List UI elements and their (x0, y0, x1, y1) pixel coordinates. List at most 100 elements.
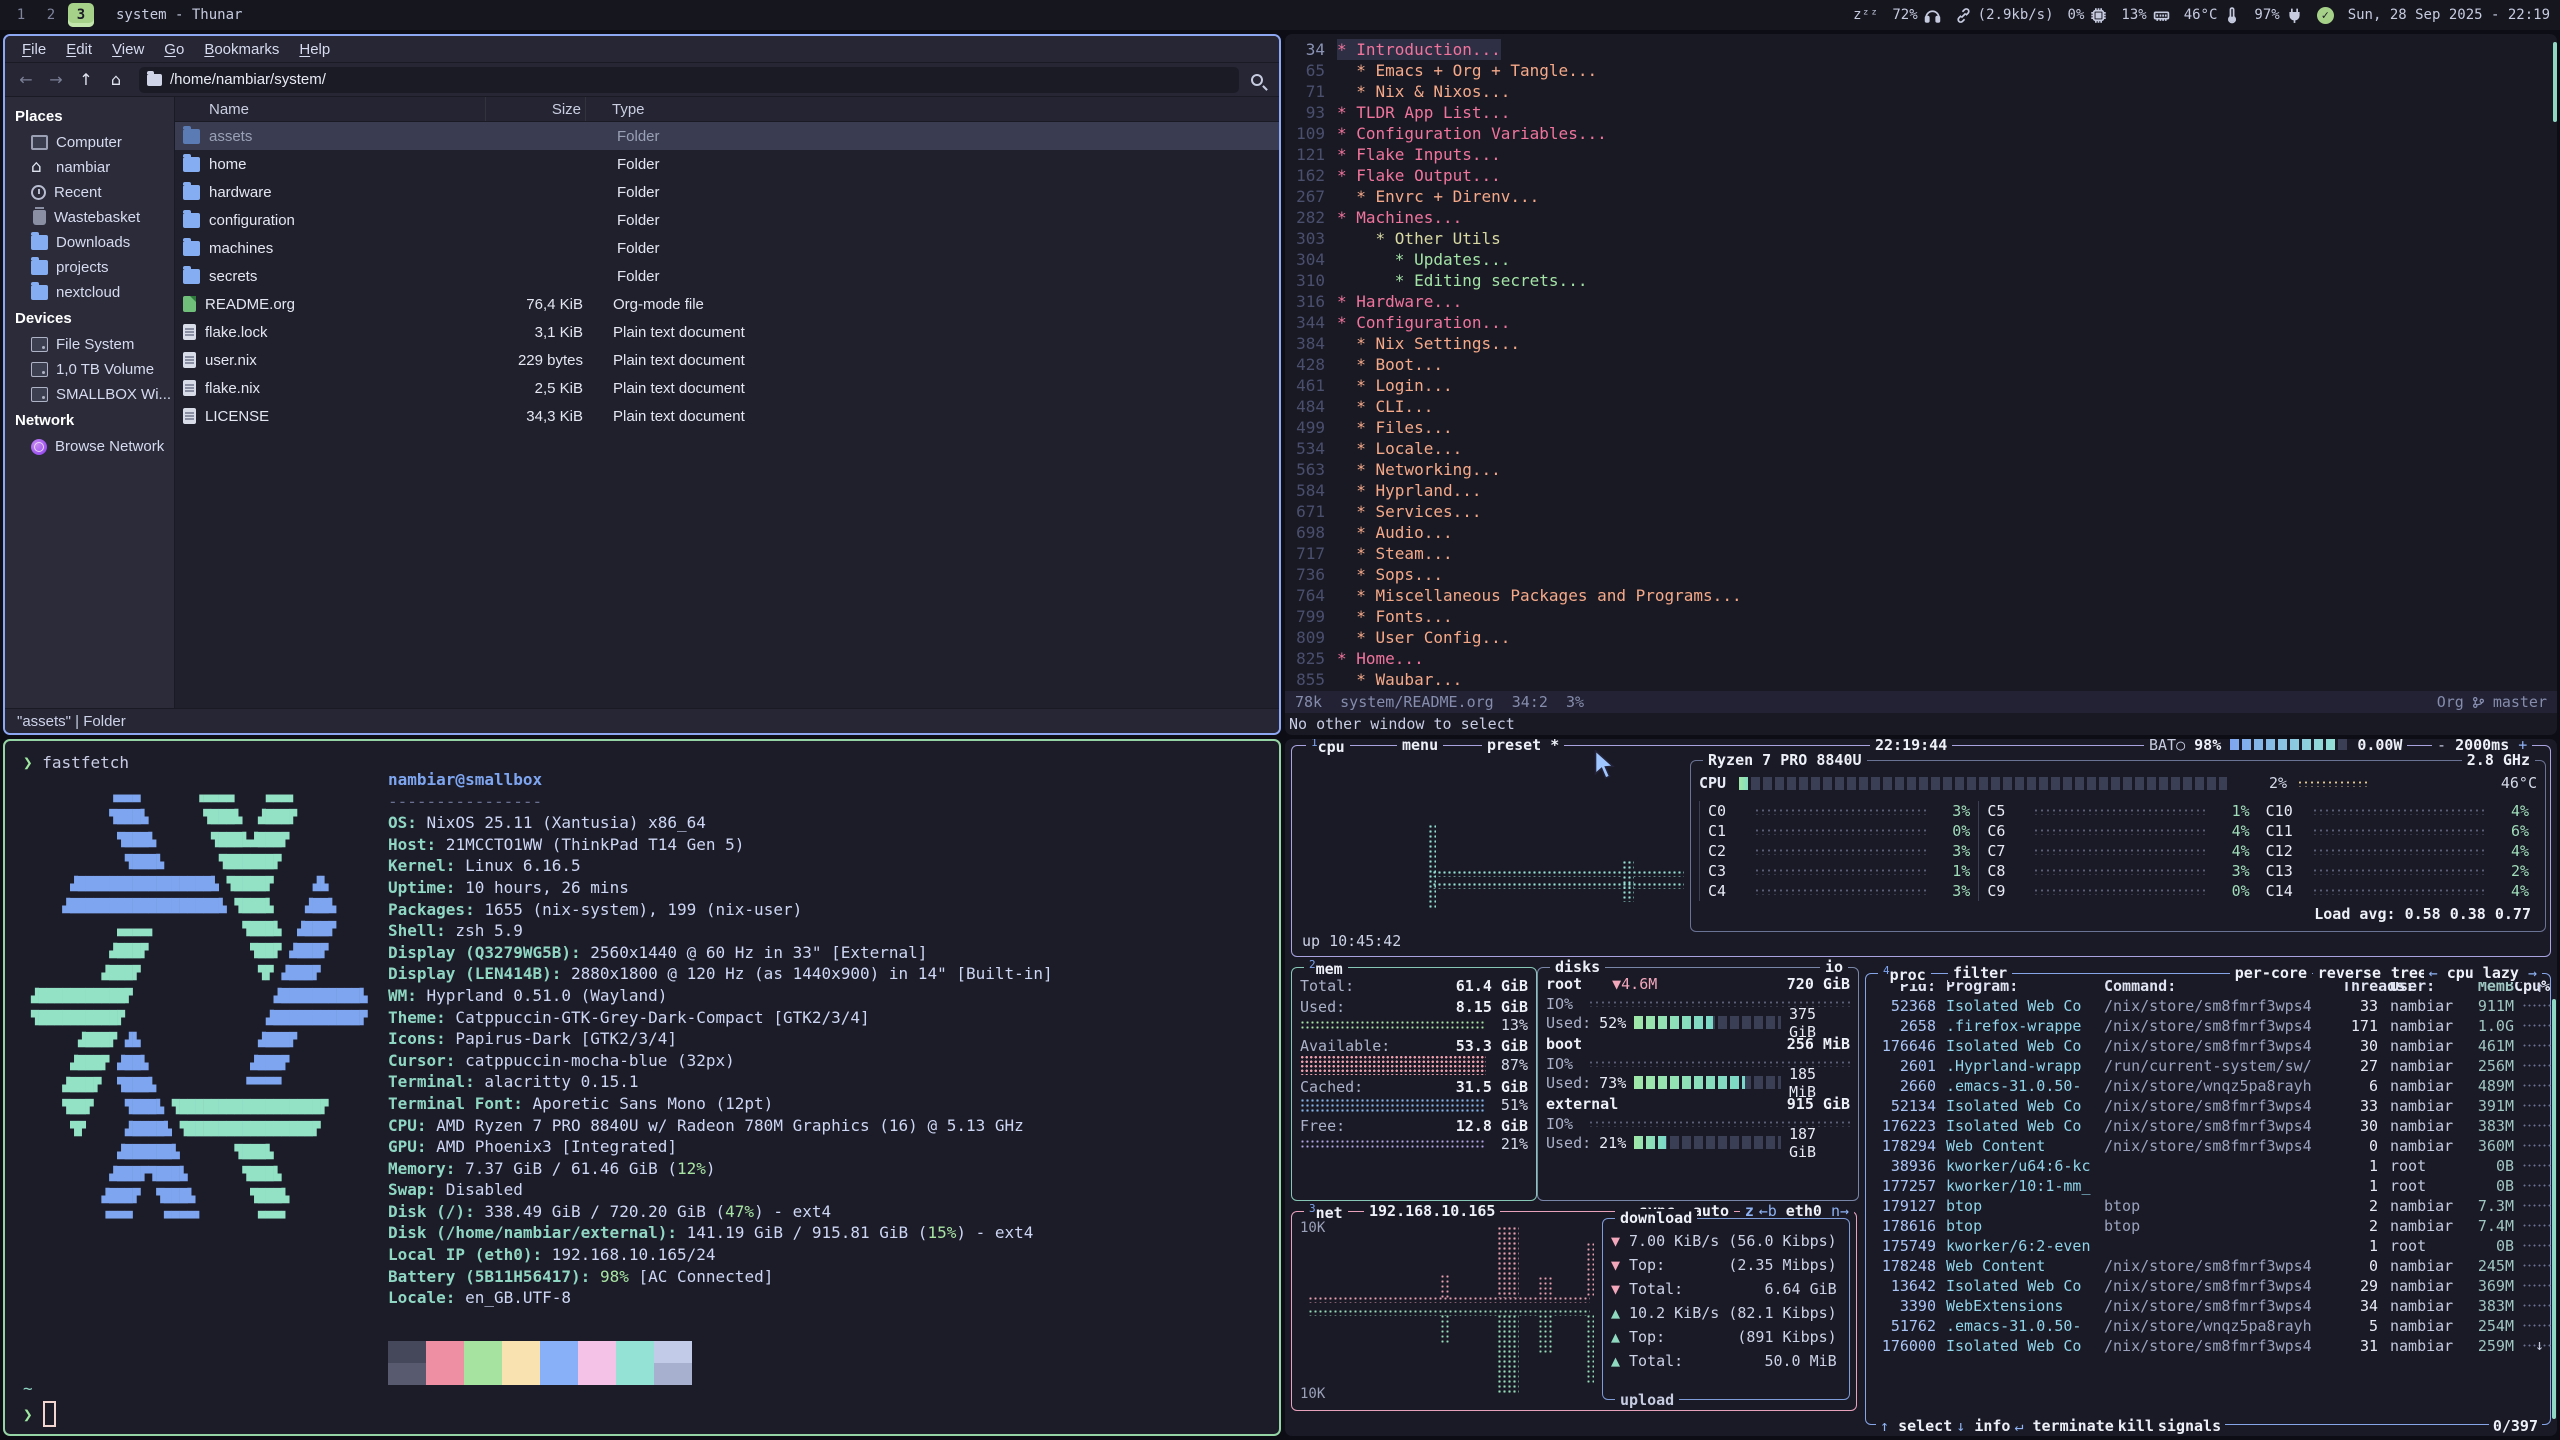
proc-row[interactable]: 177257 kworker/10:1-mm_ 1 root 0B 0.0 (1866, 1176, 2550, 1196)
menu-item[interactable]: Bookmarks (195, 38, 288, 61)
org-line[interactable]: 764 * Miscellaneous Packages and Program… (1285, 585, 2557, 606)
tab-preset[interactable]: preset * (1482, 739, 1564, 754)
file-row[interactable]: assets Folder (175, 122, 1279, 150)
proc-opt-percore[interactable]: per-core (2230, 964, 2312, 982)
proc-key[interactable]: ↓ info (1956, 1417, 2010, 1435)
org-line[interactable]: 461 * Login... (1285, 375, 2557, 396)
search-button[interactable] (1243, 67, 1271, 93)
proc-row[interactable]: 176223 Isolated Web Co /nix/store/sm8fmr… (1866, 1116, 2550, 1136)
menu-item[interactable]: View (103, 38, 153, 61)
proc-key[interactable]: ↵ terminate (2014, 1417, 2113, 1435)
org-line[interactable]: 825 * Home... (1285, 648, 2557, 669)
org-line[interactable]: 428 * Boot... (1285, 354, 2557, 375)
shell-prompt[interactable]: ❯ (23, 1401, 56, 1427)
org-line[interactable]: 65 * Emacs + Org + Tangle... (1285, 60, 2557, 81)
tab-mem[interactable]: 2mem (1304, 958, 1348, 978)
network-module[interactable]: (2.9kb/s) (1955, 7, 2054, 24)
proc-key[interactable]: signals (2158, 1417, 2221, 1435)
org-line[interactable]: 799 * Fonts... (1285, 606, 2557, 627)
sidebar-item[interactable]: Computer (5, 130, 174, 155)
sidebar-item[interactable]: Recent (5, 180, 174, 205)
proc-key[interactable]: ↑ select (1880, 1417, 1952, 1435)
org-line[interactable]: 282 * Machines... (1285, 207, 2557, 228)
idle-inhibitor[interactable]: zᶻᶻ (1853, 7, 1878, 23)
file-row[interactable]: flake.lock 3,1 KiB Plain text document (175, 318, 1279, 346)
path-bar[interactable]: /home/nambiar/system/ (139, 67, 1239, 93)
sidebar-item[interactable]: Wastebasket (5, 205, 174, 230)
org-line[interactable]: 671 * Services... (1285, 501, 2557, 522)
file-row[interactable]: secrets Folder (175, 262, 1279, 290)
proc-row[interactable]: 2660 .emacs-31.0.50- /nix/store/wnqz5pa8… (1866, 1076, 2550, 1096)
org-line[interactable]: 71 * Nix & Nixos... (1285, 81, 2557, 102)
org-line[interactable]: 698 * Audio... (1285, 522, 2557, 543)
file-row[interactable]: configuration Folder (175, 206, 1279, 234)
file-row[interactable]: user.nix 229 bytes Plain text document (175, 346, 1279, 374)
battery-module[interactable]: 97% (2254, 7, 2302, 24)
file-row[interactable]: LICENSE 34,3 KiB Plain text document (175, 402, 1279, 430)
file-row[interactable]: README.org 76,4 KiB Org-mode file (175, 290, 1279, 318)
file-row[interactable]: hardware Folder (175, 178, 1279, 206)
sidebar-item[interactable]: File System (5, 332, 174, 357)
workspace-button[interactable]: 2 (38, 3, 64, 27)
proc-scroll-down[interactable]: ↓ (2535, 1336, 2544, 1354)
org-line[interactable]: 162 * Flake Output... (1285, 165, 2557, 186)
workspace-button[interactable]: 1 (8, 3, 34, 27)
cpu-module[interactable]: 0% (2068, 7, 2108, 24)
proc-row[interactable]: 178294 Web Content /nix/store/sm8fmrf3wp… (1866, 1136, 2550, 1156)
proc-row[interactable]: 179127 btop btop 2 nambiar 7.3M 0.0 (1866, 1196, 2550, 1216)
clock-module[interactable]: Sun, 28 Sep 2025 - 22:19 (2348, 7, 2550, 23)
sidebar-item[interactable]: Browse Network (5, 434, 174, 459)
proc-sort[interactable]: ← cpu lazy → (2424, 964, 2542, 982)
org-line[interactable]: 384 * Nix Settings... (1285, 333, 2557, 354)
major-mode[interactable]: Org (2437, 693, 2464, 711)
proc-row[interactable]: 13642 Isolated Web Co /nix/store/sm8fmrf… (1866, 1276, 2550, 1296)
column-name[interactable]: Name (175, 101, 485, 118)
emacs-scrollbar[interactable] (2553, 42, 2557, 122)
org-line[interactable]: 344 * Configuration... (1285, 312, 2557, 333)
btop-scrollbar[interactable] (2552, 999, 2556, 1419)
org-line[interactable]: 316 * Hardware... (1285, 291, 2557, 312)
org-line[interactable]: 109 * Configuration Variables... (1285, 123, 2557, 144)
menu-item[interactable]: Edit (57, 38, 101, 61)
tab-io[interactable]: io (1820, 958, 1848, 976)
org-line[interactable]: 121 * Flake Inputs... (1285, 144, 2557, 165)
org-line[interactable]: 584 * Hyprland... (1285, 480, 2557, 501)
proc-row[interactable]: 3390 WebExtensions /nix/store/sm8fmrf3wp… (1866, 1296, 2550, 1316)
tab-proc[interactable]: 4proc (1878, 964, 1931, 984)
proc-row[interactable]: 175749 kworker/6:2-even 1 root 0B 0.0 (1866, 1236, 2550, 1256)
sidebar-item[interactable]: nambiar (5, 155, 174, 180)
temperature-module[interactable]: 46°C (2184, 7, 2241, 24)
sidebar-item[interactable]: Downloads (5, 230, 174, 255)
proc-row[interactable]: 51762 .emacs-31.0.50- /nix/store/wnqz5pa… (1866, 1316, 2550, 1336)
menu-item[interactable]: Go (155, 38, 193, 61)
org-line[interactable]: 310 * Editing secrets... (1285, 270, 2557, 291)
org-line[interactable]: 563 * Networking... (1285, 459, 2557, 480)
proc-row[interactable]: 2658 .firefox-wrappe /nix/store/sm8fmrf3… (1866, 1016, 2550, 1036)
proc-scroll-up[interactable]: ↑ (2535, 978, 2544, 996)
proc-row[interactable]: 178616 btop btop 2 nambiar 7.4M 0.0 (1866, 1216, 2550, 1236)
org-line[interactable]: 736 * Sops... (1285, 564, 2557, 585)
org-line[interactable]: 304 * Updates... (1285, 249, 2557, 270)
proc-row[interactable]: 176646 Isolated Web Co /nix/store/sm8fmr… (1866, 1036, 2550, 1056)
proc-row[interactable]: 178248 Web Content /nix/store/sm8fmrf3wp… (1866, 1256, 2550, 1276)
column-type[interactable]: Type (585, 97, 645, 121)
org-line[interactable]: 93 * TLDR App List... (1285, 102, 2557, 123)
sidebar-item[interactable]: nextcloud (5, 280, 174, 305)
file-row[interactable]: flake.nix 2,5 KiB Plain text document (175, 374, 1279, 402)
systemd-ok-icon[interactable]: ✓ (2317, 7, 2334, 24)
column-size[interactable]: Size (485, 97, 585, 121)
org-line[interactable]: 303 * Other Utils (1285, 228, 2557, 249)
volume-module[interactable]: 72% (1892, 7, 1940, 24)
tab-menu[interactable]: menu (1397, 739, 1443, 754)
menu-item[interactable]: File (13, 38, 55, 61)
org-line[interactable]: 484 * CLI... (1285, 396, 2557, 417)
proc-row[interactable]: 52368 Isolated Web Co /nix/store/sm8fmrf… (1866, 996, 2550, 1016)
proc-filter[interactable]: filter (1948, 964, 2012, 982)
file-row[interactable]: machines Folder (175, 234, 1279, 262)
sidebar-item[interactable]: 1,0 TB Volume (5, 357, 174, 382)
tab-disks[interactable]: disks (1550, 958, 1605, 976)
org-line[interactable]: 499 * Files... (1285, 417, 2557, 438)
org-line[interactable]: 34 * Introduction... (1285, 39, 2557, 60)
sidebar-item[interactable]: projects (5, 255, 174, 280)
workspace-button[interactable]: 3 (68, 3, 94, 27)
